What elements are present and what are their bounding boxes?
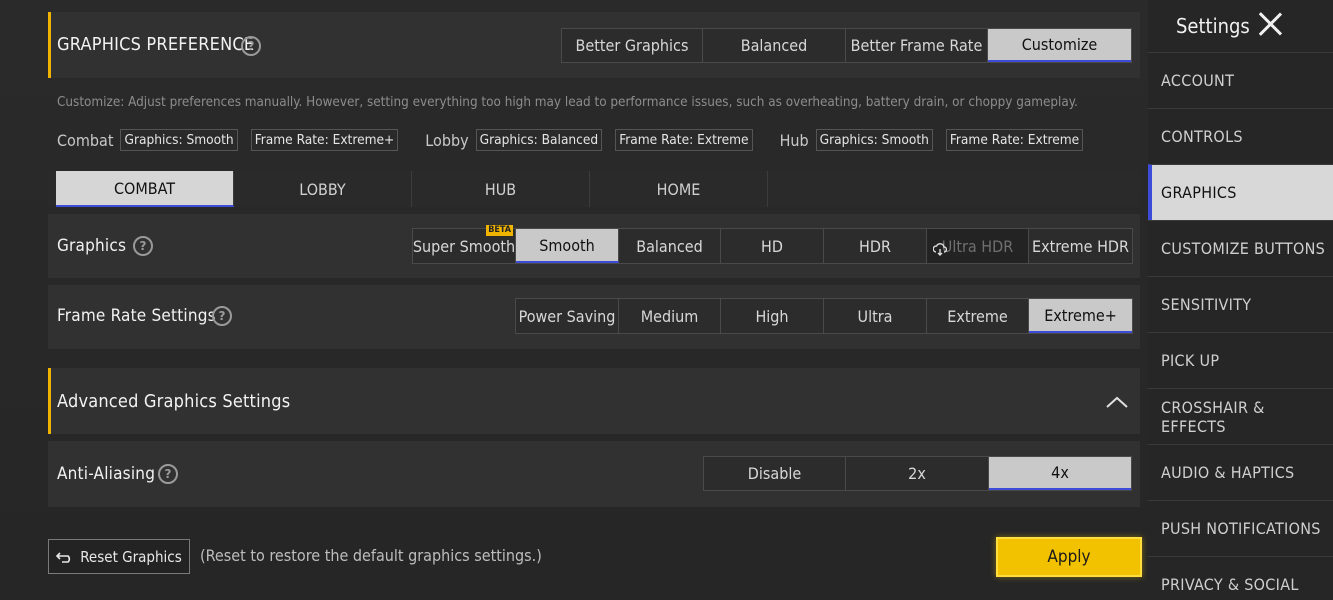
- graphics-smooth[interactable]: Smooth: [516, 229, 619, 263]
- graphics-hd[interactable]: HD: [721, 229, 824, 263]
- summary-combat-framerate: Frame Rate: Extreme+: [250, 129, 399, 151]
- graphics-settings-panel: GRAPHICS PREFERENCE ? Better Graphics Ba…: [0, 0, 1148, 600]
- settings-title: Settings: [1176, 14, 1250, 38]
- undo-icon: [56, 551, 71, 563]
- pref-better-frame-rate[interactable]: Better Frame Rate: [846, 29, 988, 62]
- summary-combat-graphics: Graphics: Smooth: [120, 129, 238, 151]
- cloud-download-icon: [933, 243, 947, 256]
- customize-description: Customize: Adjust preferences manually. …: [57, 95, 1078, 110]
- sidebar-item-controls[interactable]: CONTROLS: [1148, 108, 1333, 164]
- close-icon[interactable]: [1255, 9, 1285, 39]
- help-icon[interactable]: ?: [133, 236, 153, 256]
- fps-extreme[interactable]: Extreme: [927, 299, 1029, 333]
- anti-aliasing-label: Anti-Aliasing: [57, 464, 156, 484]
- help-icon[interactable]: ?: [212, 306, 232, 326]
- graphics-super-smooth-label: Super Smooth: [412, 236, 516, 256]
- aa-4x[interactable]: 4x: [989, 457, 1131, 490]
- fps-ultra[interactable]: Ultra: [824, 299, 927, 333]
- summary-hub-graphics: Graphics: Smooth: [815, 129, 933, 151]
- sidebar-item-account[interactable]: ACCOUNT: [1148, 52, 1333, 108]
- summary-hub-label: Hub: [779, 130, 809, 150]
- settings-sidebar: Settings ACCOUNT CONTROLS GRAPHICS CUSTO…: [1148, 0, 1333, 600]
- pref-balanced[interactable]: Balanced: [703, 29, 846, 62]
- tab-combat[interactable]: COMBAT: [56, 171, 234, 207]
- graphics-balanced[interactable]: Balanced: [619, 229, 721, 263]
- fps-power-saving[interactable]: Power Saving: [516, 299, 619, 333]
- graphics-ultra-hdr-label: Ultra HDR: [941, 236, 1014, 256]
- anti-aliasing-selector: Disable 2x 4x: [703, 456, 1132, 491]
- sidebar-item-audio-haptics[interactable]: AUDIO & HAPTICS: [1148, 444, 1333, 500]
- graphics-super-smooth[interactable]: Super Smooth BETA: [412, 225, 516, 263]
- summary-hub-framerate: Frame Rate: Extreme: [945, 129, 1084, 151]
- frame-rate-selector: Power Saving Medium High Ultra Extreme E…: [515, 298, 1133, 334]
- beta-badge: BETA: [486, 225, 513, 236]
- mode-tabs: COMBAT LOBBY HUB HOME: [56, 171, 768, 207]
- fps-extreme-plus[interactable]: Extreme+: [1029, 299, 1132, 333]
- sidebar-item-graphics[interactable]: GRAPHICS: [1148, 164, 1333, 220]
- graphics-ultra-hdr[interactable]: Ultra HDR: [927, 229, 1029, 263]
- graphics-preference-title: GRAPHICS PREFERENCE: [57, 34, 255, 55]
- sidebar-item-pick-up[interactable]: PICK UP: [1148, 332, 1333, 388]
- tab-home[interactable]: HOME: [590, 171, 768, 207]
- graphics-quality-selector: Super Smooth BETA Smooth Balanced HD HDR…: [412, 225, 1133, 264]
- sidebar-item-crosshair-effects[interactable]: CROSSHAIR & EFFECTS: [1148, 388, 1333, 444]
- reset-note: (Reset to restore the default graphics s…: [200, 546, 542, 565]
- help-icon[interactable]: ?: [241, 36, 261, 56]
- graphics-hdr[interactable]: HDR: [824, 229, 927, 263]
- pref-customize[interactable]: Customize: [988, 29, 1131, 62]
- chevron-up-icon[interactable]: [1105, 395, 1129, 409]
- summary-lobby-graphics: Graphics: Balanced: [475, 129, 603, 151]
- graphics-preference-selector: Better Graphics Balanced Better Frame Ra…: [561, 28, 1132, 63]
- sidebar-item-push-notifications[interactable]: PUSH NOTIFICATIONS: [1148, 500, 1333, 556]
- fps-high[interactable]: High: [721, 299, 824, 333]
- reset-graphics-label: Reset Graphics: [80, 547, 182, 566]
- fps-medium[interactable]: Medium: [619, 299, 721, 333]
- sidebar-item-customize-buttons[interactable]: CUSTOMIZE BUTTONS: [1148, 220, 1333, 276]
- tab-lobby[interactable]: LOBBY: [234, 171, 412, 207]
- sidebar-item-sensitivity[interactable]: SENSITIVITY: [1148, 276, 1333, 332]
- pref-better-graphics[interactable]: Better Graphics: [562, 29, 703, 62]
- frame-rate-label: Frame Rate Settings: [57, 306, 216, 326]
- advanced-graphics-title: Advanced Graphics Settings: [57, 391, 291, 412]
- aa-2x[interactable]: 2x: [846, 457, 989, 490]
- tab-hub[interactable]: HUB: [412, 171, 590, 207]
- aa-disable[interactable]: Disable: [704, 457, 846, 490]
- mode-summary: Combat Graphics: Smooth Frame Rate: Extr…: [57, 127, 1096, 153]
- sidebar-item-privacy-social[interactable]: PRIVACY & SOCIAL: [1148, 556, 1333, 600]
- summary-lobby-label: Lobby: [425, 130, 469, 150]
- graphics-label: Graphics: [57, 236, 127, 256]
- reset-graphics-button[interactable]: Reset Graphics: [48, 539, 190, 574]
- summary-combat-label: Combat: [57, 130, 114, 150]
- summary-lobby-framerate: Frame Rate: Extreme: [615, 129, 753, 151]
- graphics-extreme-hdr[interactable]: Extreme HDR: [1029, 229, 1132, 263]
- help-icon[interactable]: ?: [158, 464, 178, 484]
- apply-button[interactable]: Apply: [996, 537, 1142, 577]
